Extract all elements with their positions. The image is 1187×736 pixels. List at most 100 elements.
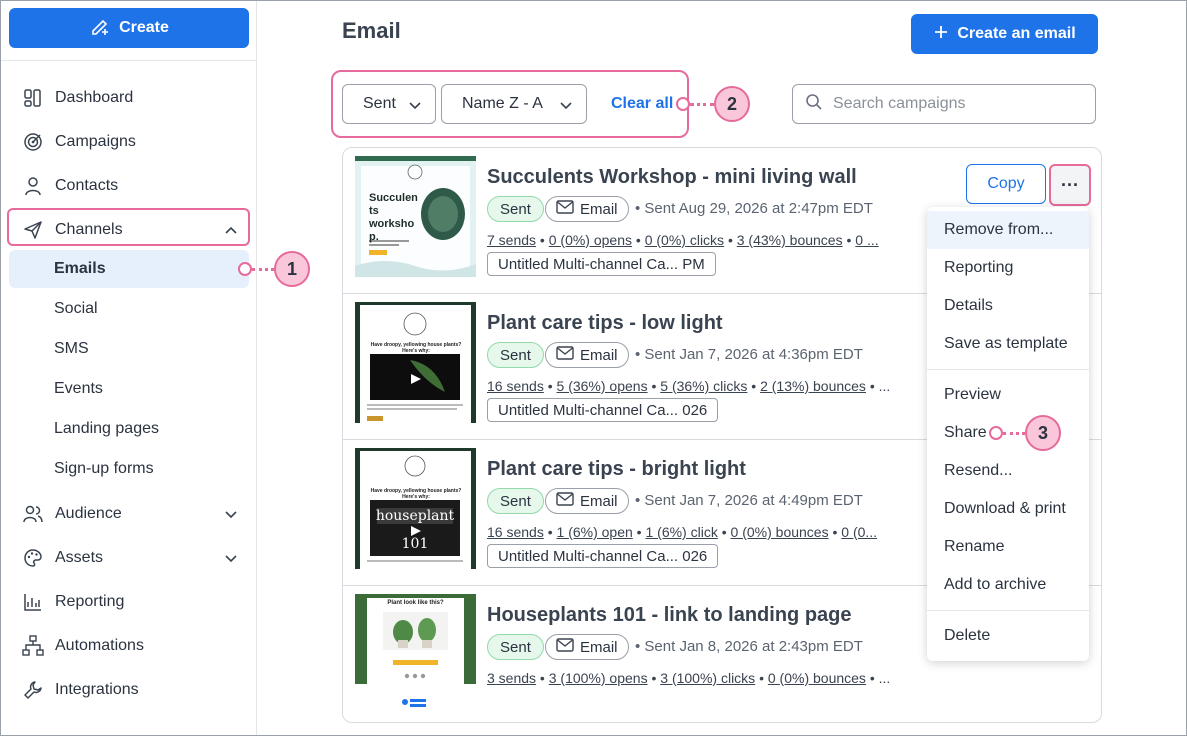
campaign-tag[interactable]: Untitled Multi-channel Ca... PM: [487, 252, 716, 276]
clear-all-link[interactable]: Clear all: [611, 95, 673, 113]
person-icon: [22, 175, 44, 197]
sidebar: Create Dashboard Campaigns Contacts Chan…: [1, 1, 257, 735]
bounces-link[interactable]: 0 (0%) bounces: [768, 670, 866, 686]
sidebar-item-contacts[interactable]: Contacts: [9, 168, 249, 204]
clicks-link[interactable]: 1 (6%) click: [645, 524, 717, 540]
more-stats-link[interactable]: ...: [879, 378, 891, 394]
menu-item-remove-from[interactable]: Remove from...: [927, 211, 1089, 249]
sidebar-subitem-sms[interactable]: SMS: [9, 330, 249, 368]
sidebar-item-integrations[interactable]: Integrations: [9, 672, 249, 708]
subitem-label: Events: [54, 380, 103, 397]
sent-date-text: Sent Aug 29, 2026 at 2:47pm EDT: [644, 200, 873, 217]
more-actions-button[interactable]: ···: [1049, 164, 1091, 206]
envelope-icon: [556, 346, 574, 364]
opens-link[interactable]: 5 (36%) opens: [557, 378, 648, 394]
subitem-label: Social: [54, 300, 98, 317]
create-email-button[interactable]: Create an email: [911, 14, 1098, 54]
campaign-title[interactable]: Plant care tips - bright light: [487, 458, 746, 481]
sent-date: • Sent Aug 29, 2026 at 2:47pm EDT: [635, 200, 873, 217]
campaign-tag[interactable]: Untitled Multi-channel Ca... 026: [487, 398, 719, 422]
sidebar-subitem-signup-forms[interactable]: Sign-up forms: [9, 450, 249, 488]
clicks-link[interactable]: 3 (100%) clicks: [660, 670, 755, 686]
sort-dropdown[interactable]: Name Z - A: [441, 84, 587, 124]
campaign-title[interactable]: Houseplants 101 - link to landing page: [487, 604, 852, 627]
menu-item-download-print[interactable]: Download & print: [927, 490, 1089, 528]
callout-anchor: [238, 262, 252, 276]
thumbnail-heading: Have droopy, yellowing house plants? Her…: [370, 342, 462, 354]
opens-link[interactable]: 1 (6%) open: [557, 524, 633, 540]
subitem-label: SMS: [54, 340, 89, 357]
bounces-link[interactable]: 2 (13%) bounces: [760, 378, 866, 394]
chevron-down-icon: [407, 97, 423, 113]
sidebar-item-audience[interactable]: Audience: [9, 496, 249, 532]
sidebar-item-label: Dashboard: [55, 89, 134, 106]
sends-link[interactable]: 7 sends: [487, 232, 536, 248]
menu-item-add-to-archive[interactable]: Add to archive: [927, 566, 1089, 604]
sidebar-subitem-landing-pages[interactable]: Landing pages: [9, 410, 249, 448]
subitem-label: Sign-up forms: [54, 460, 154, 477]
type-badge: Email: [545, 488, 629, 514]
sidebar-item-dashboard[interactable]: Dashboard: [9, 80, 249, 116]
sidebar-subitem-emails[interactable]: Emails: [9, 250, 249, 288]
chevron-down-icon: [223, 550, 239, 566]
menu-item-details[interactable]: Details: [927, 287, 1089, 325]
callout-line: [1003, 432, 1025, 435]
sidebar-subitem-events[interactable]: Events: [9, 370, 249, 408]
email-thumbnail[interactable]: Succulen ts worksho p.: [355, 156, 476, 277]
thumbnail-heading: Have droopy, yellowing house plants? Her…: [370, 488, 462, 500]
dashboard-icon: [22, 87, 44, 109]
create-email-label: Create an email: [957, 25, 1076, 42]
callout-anchor: [676, 97, 690, 111]
campaign-tag[interactable]: Untitled Multi-channel Ca... 026: [487, 544, 719, 568]
email-thumbnail[interactable]: Have droopy, yellowing house plants? Her…: [355, 302, 476, 423]
envelope-icon: [556, 638, 574, 656]
menu-item-reporting[interactable]: Reporting: [927, 249, 1089, 287]
sends-link[interactable]: 3 sends: [487, 670, 536, 686]
opens-link[interactable]: 3 (100%) opens: [549, 670, 648, 686]
email-thumbnail[interactable]: houseplant 101 Have droopy, yellowing ho…: [355, 448, 476, 569]
menu-item-resend[interactable]: Resend...: [927, 452, 1089, 490]
sends-link[interactable]: 16 sends: [487, 524, 544, 540]
sidebar-item-reporting[interactable]: Reporting: [9, 584, 249, 620]
envelope-icon: [556, 492, 574, 510]
svg-text:houseplant: houseplant: [376, 508, 455, 524]
chevron-down-icon: [223, 506, 239, 522]
sends-link[interactable]: 16 sends: [487, 378, 544, 394]
menu-item-delete[interactable]: Delete: [927, 617, 1089, 655]
chevron-down-icon: [558, 97, 574, 113]
type-label: Email: [580, 346, 618, 364]
menu-item-save-as-template[interactable]: Save as template: [927, 325, 1089, 363]
bounces-link[interactable]: 0 (0%) bounces: [731, 524, 829, 540]
callout-line: [690, 103, 714, 106]
type-badge: Email: [545, 634, 629, 660]
search-icon: [805, 93, 823, 116]
callout-3: 3: [1025, 415, 1061, 451]
sidebar-item-label: Audience: [55, 505, 122, 522]
clicks-link[interactable]: 0 (0%) clicks: [645, 232, 724, 248]
callout-anchor: [989, 426, 1003, 440]
menu-item-rename[interactable]: Rename: [927, 528, 1089, 566]
clicks-link[interactable]: 5 (36%) clicks: [660, 378, 747, 394]
status-badge: Sent: [487, 196, 544, 222]
status-badge: Sent: [487, 342, 544, 368]
sidebar-item-automations[interactable]: Automations: [9, 628, 249, 664]
callout-line: [252, 268, 274, 271]
subitem-label: Landing pages: [54, 420, 159, 437]
status-filter-dropdown[interactable]: Sent: [342, 84, 436, 124]
more-stats-link[interactable]: 0 ...: [855, 232, 878, 248]
sidebar-item-assets[interactable]: Assets: [9, 540, 249, 576]
create-button[interactable]: Create: [9, 8, 249, 48]
sidebar-item-campaigns[interactable]: Campaigns: [9, 124, 249, 160]
bounces-link[interactable]: 3 (43%) bounces: [737, 232, 843, 248]
opens-link[interactable]: 0 (0%) opens: [549, 232, 632, 248]
sidebar-item-label: Assets: [55, 549, 104, 566]
campaign-title[interactable]: Plant care tips - low light: [487, 312, 723, 335]
sidebar-subitem-social[interactable]: Social: [9, 290, 249, 328]
more-stats-link[interactable]: 0 (0...: [841, 524, 877, 540]
more-stats-link[interactable]: ...: [879, 670, 891, 686]
copy-button[interactable]: Copy: [966, 164, 1046, 204]
search-input[interactable]: Search campaigns: [792, 84, 1096, 124]
email-thumbnail[interactable]: Plant look like this?: [355, 594, 476, 715]
campaign-title[interactable]: Succulents Workshop - mini living wall: [487, 166, 857, 189]
menu-item-preview[interactable]: Preview: [927, 376, 1089, 414]
